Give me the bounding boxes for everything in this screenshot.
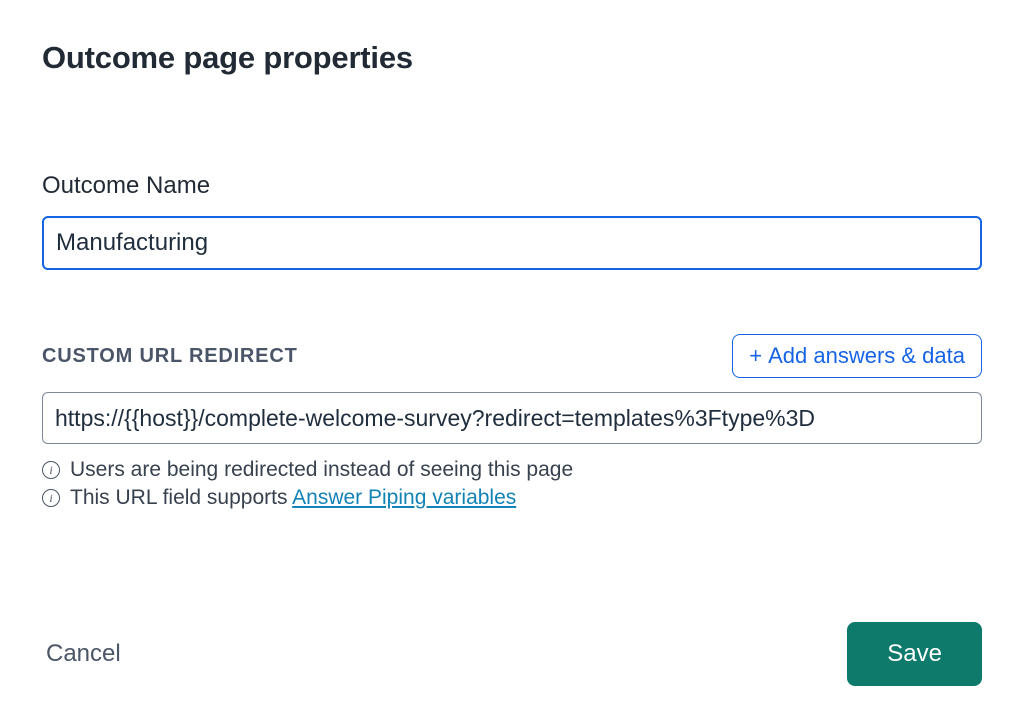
answer-piping-link[interactable]: Answer Piping variables bbox=[292, 486, 516, 509]
custom-url-input[interactable] bbox=[42, 392, 982, 444]
add-answers-data-label: Add answers & data bbox=[768, 343, 965, 369]
custom-url-section-label: CUSTOM URL REDIRECT bbox=[42, 345, 298, 368]
save-button[interactable]: Save bbox=[847, 622, 982, 686]
piping-hint-prefix: This URL field supports bbox=[70, 486, 292, 509]
plus-icon: + bbox=[749, 345, 762, 367]
outcome-name-label: Outcome Name bbox=[42, 172, 982, 200]
outcome-name-input[interactable] bbox=[42, 216, 982, 270]
redirect-hint-text: Users are being redirected instead of se… bbox=[70, 458, 573, 482]
cancel-button[interactable]: Cancel bbox=[42, 632, 125, 676]
piping-hint-text: This URL field supports Answer Piping va… bbox=[70, 486, 516, 510]
info-icon: i bbox=[42, 461, 60, 479]
page-title: Outcome page properties bbox=[42, 40, 982, 76]
info-icon: i bbox=[42, 489, 60, 507]
add-answers-data-button[interactable]: + Add answers & data bbox=[732, 334, 982, 378]
